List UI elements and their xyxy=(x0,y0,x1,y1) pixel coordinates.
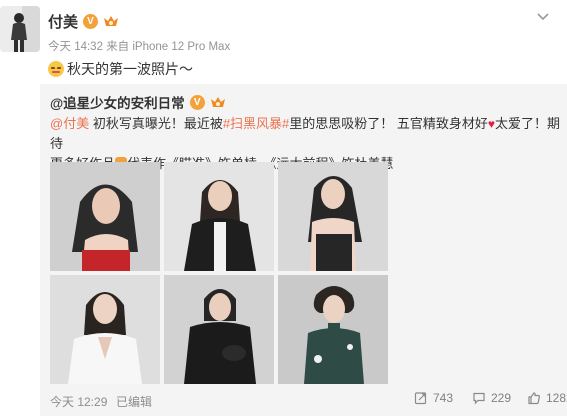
repost-button[interactable]: 743 xyxy=(414,391,453,405)
post-text: 秋天的第一波照片～ xyxy=(48,59,193,79)
repost-time[interactable]: 今天 12:29 xyxy=(50,393,107,410)
verified-badge-icon: V xyxy=(83,13,99,29)
member-crown-icon xyxy=(210,96,225,107)
post-time[interactable]: 今天 14:32 xyxy=(48,41,103,53)
photo-thumbnail[interactable] xyxy=(50,275,160,384)
post-meta: 今天 14:32 来自 iPhone 12 Pro Max xyxy=(48,38,230,54)
photo-thumbnail[interactable] xyxy=(278,275,388,384)
repost-count: 743 xyxy=(433,391,454,405)
reposted-card[interactable]: @追星少女的安利日常 V @付美 初秋写真曝光！最近被#扫黑风暴#里的思思吸粉了… xyxy=(40,84,567,416)
repost-author-row: @追星少女的安利日常 V xyxy=(50,92,226,112)
photo-thumbnail[interactable] xyxy=(164,162,274,271)
author-name[interactable]: 付美 xyxy=(48,11,78,32)
repost-text-b: 里的思思吸粉了！ 五官精致身材好 xyxy=(289,116,488,131)
heart-icon: ♥ xyxy=(487,117,496,131)
repost-text-a: 初秋写真曝光！最近被 xyxy=(89,116,223,131)
edited-label: 已编辑 xyxy=(116,395,153,409)
hashtag-link[interactable]: #扫黑风暴# xyxy=(223,116,289,131)
post-text-content: 秋天的第一波照片～ xyxy=(67,61,193,77)
member-crown-icon xyxy=(104,15,119,26)
verified-badge-icon: V xyxy=(189,94,205,110)
smile-emoji-icon xyxy=(48,61,64,77)
post-source: 来自 iPhone 12 Pro Max xyxy=(106,41,231,53)
chevron-down-icon[interactable] xyxy=(537,10,549,22)
comment-count: 229 xyxy=(491,391,512,405)
mention-link[interactable]: @付美 xyxy=(50,116,89,131)
photo-thumbnail[interactable] xyxy=(164,275,274,384)
repost-author-name[interactable]: @追星少女的安利日常 xyxy=(50,92,185,112)
comment-button[interactable]: 229 xyxy=(472,391,511,405)
photo-thumbnail[interactable] xyxy=(278,162,388,271)
like-icon xyxy=(528,392,540,405)
repost-icon xyxy=(414,392,427,405)
photo-thumbnail[interactable] xyxy=(50,162,160,271)
like-count: 1282 xyxy=(546,391,567,405)
like-button[interactable]: 1282 xyxy=(527,391,567,405)
comment-icon xyxy=(473,392,485,405)
author-row: 付美 V xyxy=(48,11,119,31)
weibo-post: 付美 V 今天 14:32 来自 iPhone 12 Pro Max 秋天的第一… xyxy=(0,0,567,416)
repost-footer: 今天 12:29 已编辑 743 229 1282 xyxy=(50,390,567,410)
author-avatar[interactable] xyxy=(0,6,40,52)
